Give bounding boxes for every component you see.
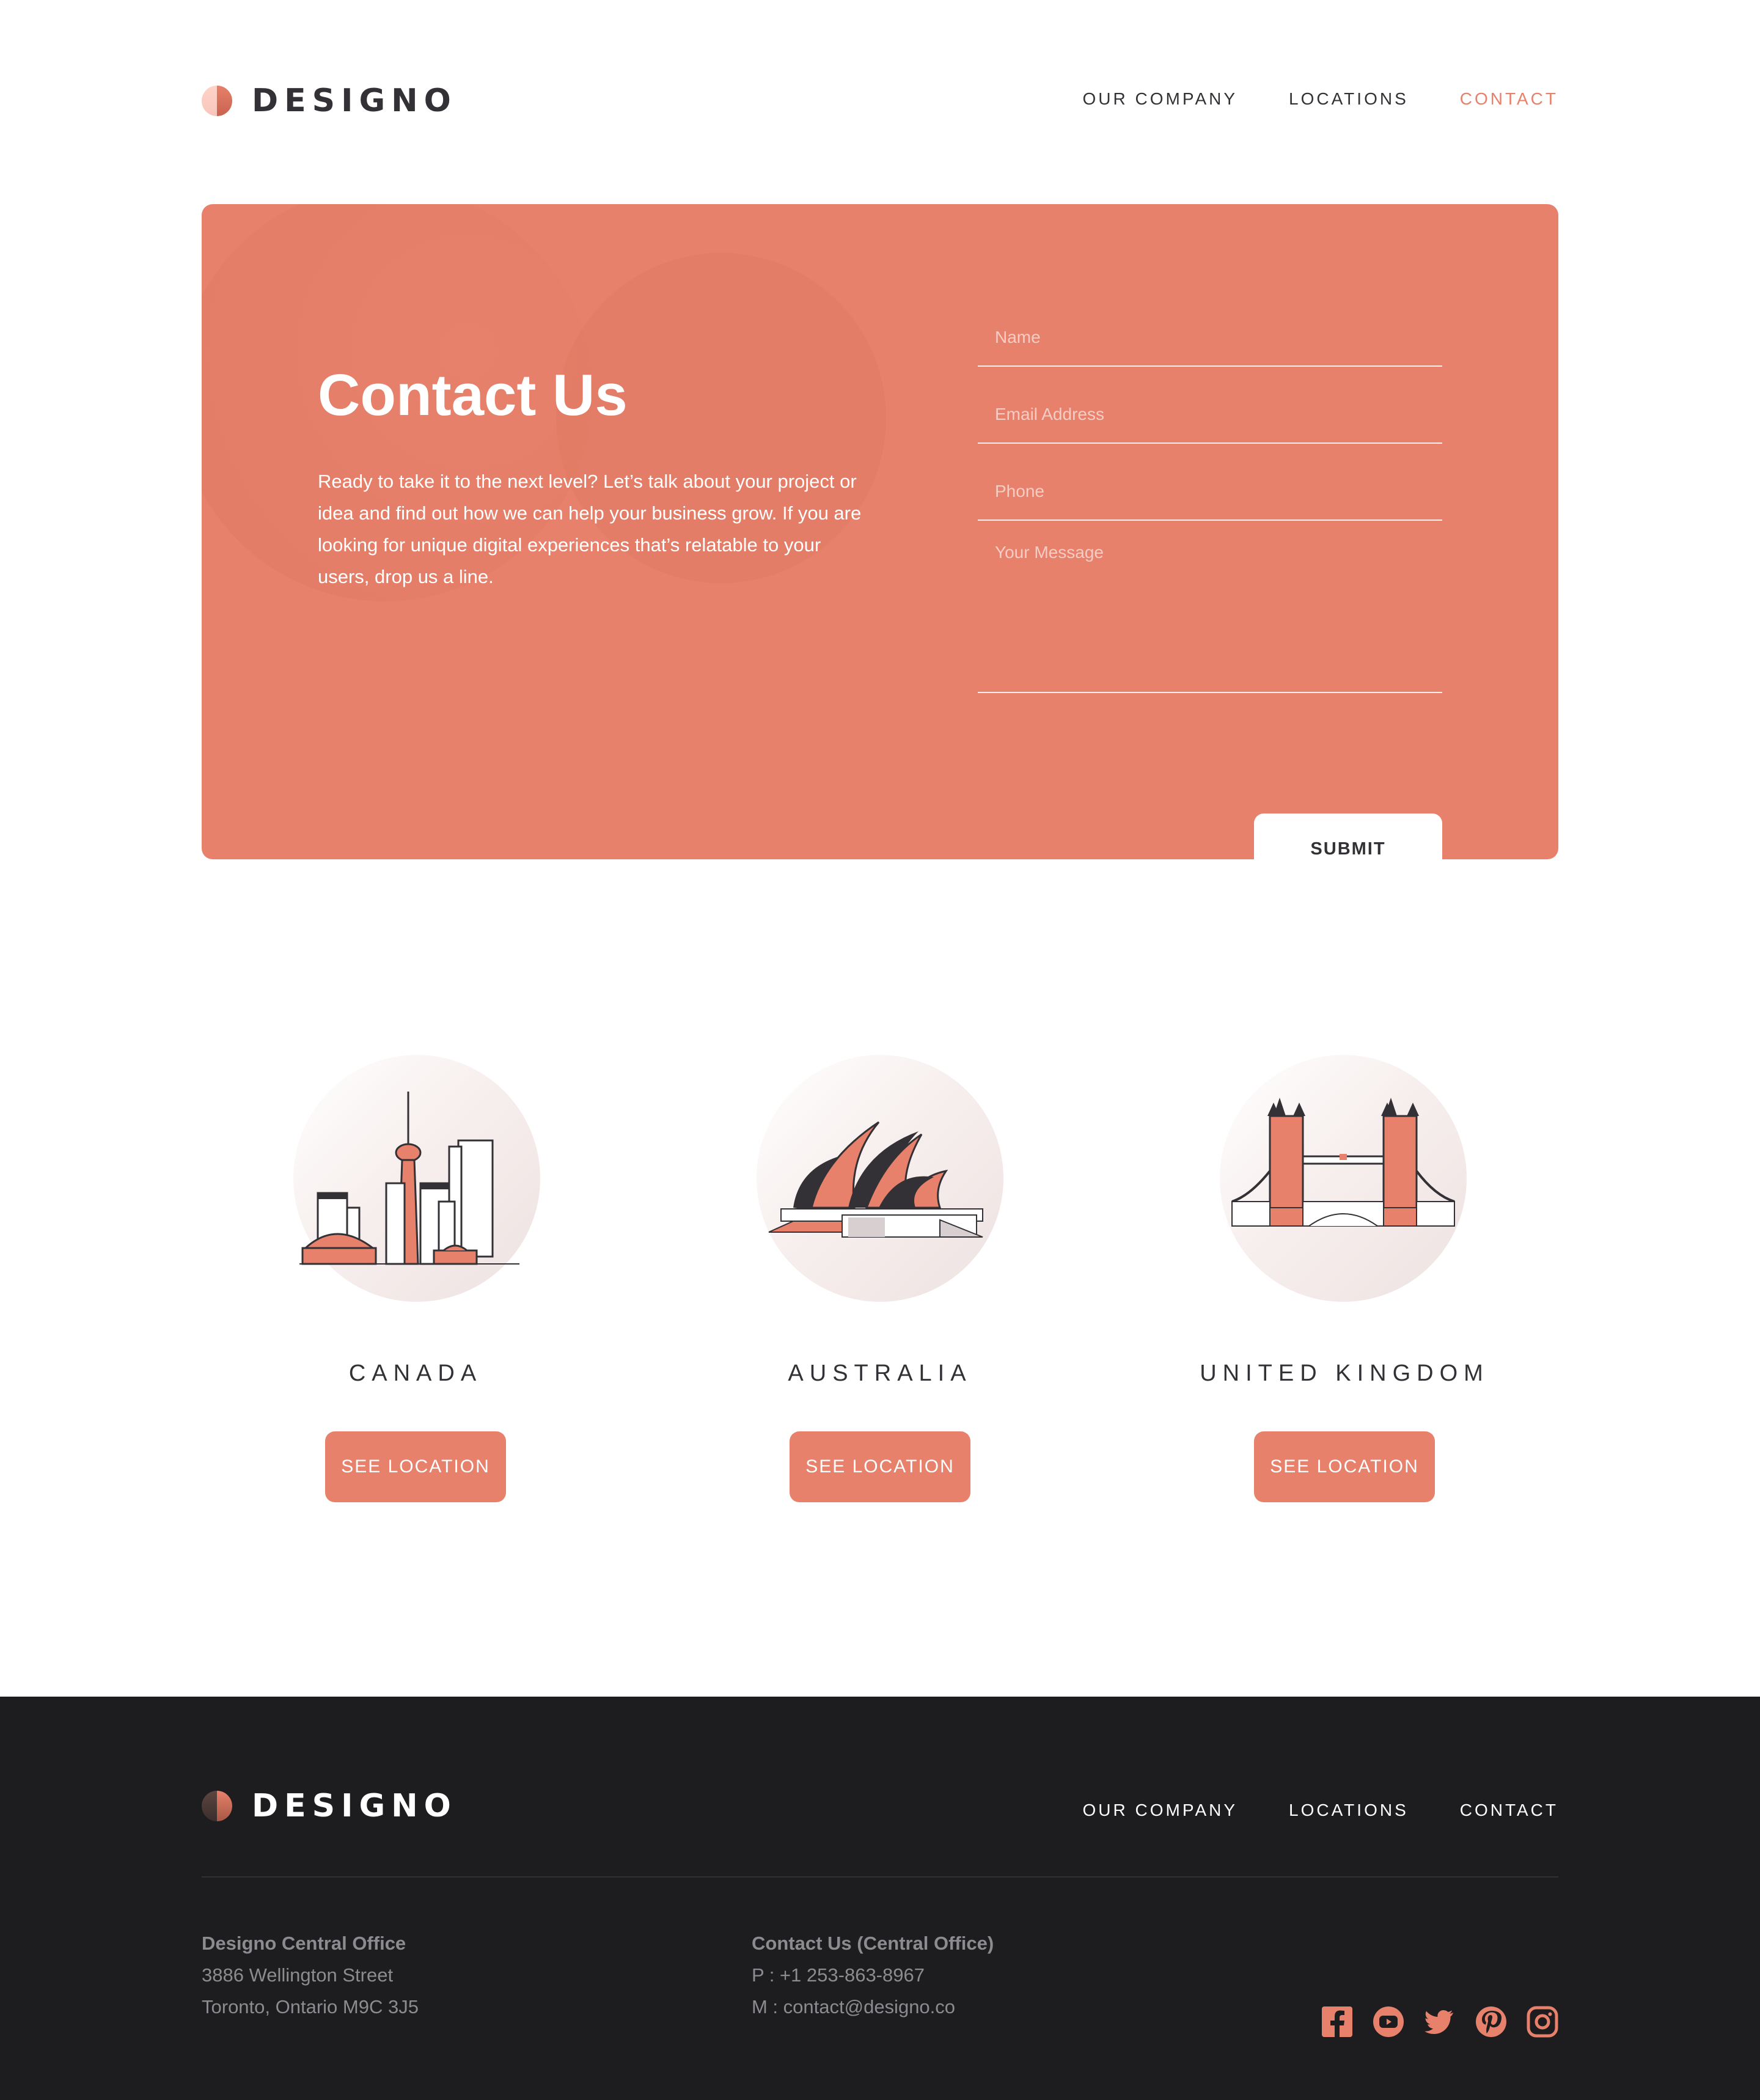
footer-nav: OUR COMPANY LOCATIONS CONTACT (1083, 1801, 1558, 1820)
see-location-button-australia[interactable]: SEE LOCATION (790, 1431, 970, 1502)
footer-nav-locations[interactable]: LOCATIONS (1289, 1801, 1409, 1820)
contact-title: Contact Us (318, 362, 628, 428)
office-address: Designo Central Office 3886 Wellington S… (202, 1928, 419, 2023)
footer-brand-logo[interactable]: DESIGNO (202, 1788, 457, 1824)
brand-name: DESIGNO (252, 83, 457, 119)
contact-form: SUBMIT (978, 296, 1442, 859)
tower-bridge-icon (1231, 1098, 1455, 1227)
submit-button[interactable]: SUBMIT (1254, 813, 1442, 859)
nav-contact[interactable]: CONTACT (1460, 89, 1558, 109)
phone-field-wrapper (978, 444, 1442, 521)
logo-mark-icon (202, 86, 232, 116)
location-name: UNITED KINGDOM (1200, 1360, 1489, 1386)
contact-phone: P : +1 253-863-8967 (752, 1964, 925, 1986)
site-footer: DESIGNO OUR COMPANY LOCATIONS CONTACT De… (0, 1697, 1760, 2100)
social-links (1321, 2006, 1558, 2038)
facebook-icon[interactable] (1321, 2006, 1353, 2038)
name-input[interactable] (978, 325, 1442, 350)
sydney-opera-house-icon (768, 1121, 983, 1238)
twitter-icon[interactable] (1424, 2006, 1456, 2038)
toronto-skyline-icon (299, 1092, 519, 1265)
nav-our-company[interactable]: OUR COMPANY (1083, 89, 1238, 109)
brand-name: DESIGNO (252, 1788, 457, 1824)
site-header: DESIGNO OUR COMPANY LOCATIONS CONTACT (202, 73, 1558, 128)
office-city: Toronto, Ontario M9C 3J5 (202, 1996, 419, 2017)
message-field-wrapper (978, 521, 1442, 693)
footer-nav-contact[interactable]: CONTACT (1460, 1801, 1558, 1820)
brand-logo[interactable]: DESIGNO (202, 83, 457, 119)
location-name: CANADA (348, 1360, 483, 1386)
pinterest-icon[interactable] (1475, 2006, 1507, 2038)
message-textarea[interactable] (978, 543, 1442, 683)
office-street: 3886 Wellington Street (202, 1964, 394, 1986)
footer-nav-our-company[interactable]: OUR COMPANY (1083, 1801, 1238, 1820)
see-location-button-united-kingdom[interactable]: SEE LOCATION (1254, 1431, 1435, 1502)
office-contact: Contact Us (Central Office) P : +1 253-8… (752, 1928, 994, 2023)
contact-heading: Contact Us (Central Office) (752, 1933, 994, 1954)
contact-hero: Contact Us Ready to take it to the next … (202, 204, 1558, 859)
youtube-icon[interactable] (1373, 2006, 1404, 2038)
office-heading: Designo Central Office (202, 1933, 406, 1954)
contact-email: M : contact@designo.co (752, 1996, 956, 2017)
email-field-wrapper (978, 367, 1442, 444)
see-location-button-canada[interactable]: SEE LOCATION (325, 1431, 506, 1502)
instagram-icon[interactable] (1527, 2006, 1558, 2038)
contact-description: Ready to take it to the next level? Let’… (318, 471, 862, 587)
phone-input[interactable] (978, 479, 1442, 504)
email-input[interactable] (978, 402, 1442, 427)
name-field-wrapper (978, 296, 1442, 367)
nav-locations[interactable]: LOCATIONS (1289, 89, 1409, 109)
footer-divider (202, 1876, 1558, 1878)
location-name: AUSTRALIA (788, 1360, 972, 1386)
logo-mark-icon (202, 1791, 232, 1821)
main-nav: OUR COMPANY LOCATIONS CONTACT (1083, 89, 1558, 109)
